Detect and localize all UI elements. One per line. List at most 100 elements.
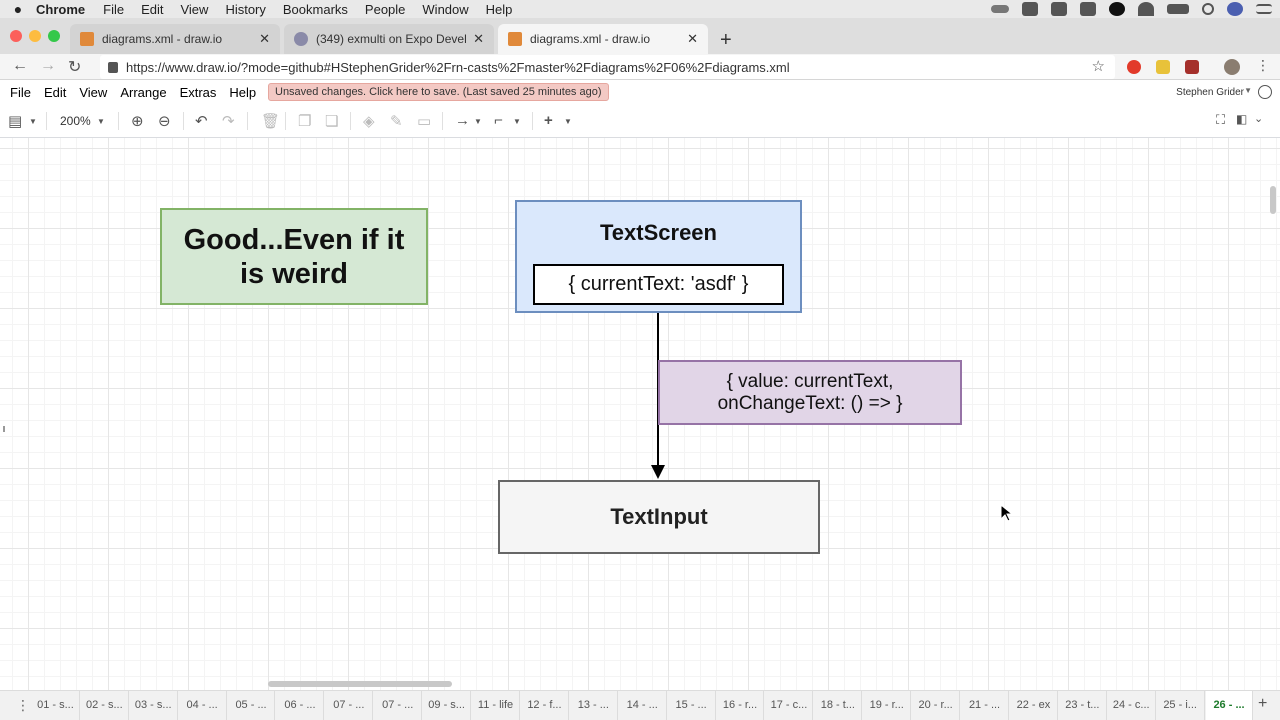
page-tab[interactable]: 17 - c... (766, 691, 814, 720)
recorder-icon[interactable] (1109, 2, 1125, 16)
mac-menu-window[interactable]: Window (422, 2, 468, 17)
textinput-component-shape[interactable]: TextInput (498, 480, 820, 554)
page-tab[interactable]: 11 - life (472, 691, 520, 720)
menu-extras[interactable]: Extras (180, 85, 217, 100)
search-icon[interactable] (1202, 3, 1214, 15)
mac-menu-file[interactable]: File (103, 2, 124, 17)
chevron-down-icon[interactable]: ▼ (474, 117, 482, 126)
page-tab[interactable]: 09 - s... (423, 691, 472, 720)
state-shape[interactable]: { currentText: 'asdf' } (533, 264, 784, 305)
siri-icon[interactable] (1227, 2, 1243, 16)
chevron-down-icon[interactable]: ▼ (29, 117, 37, 126)
page-tab[interactable]: 12 - f... (521, 691, 569, 720)
globe-icon[interactable] (1258, 85, 1272, 99)
page-tab[interactable]: 16 - r... (717, 691, 765, 720)
apple-icon[interactable]: ● (0, 1, 36, 17)
page-tab[interactable]: 19 - r... (863, 691, 912, 720)
ublock-extension-icon[interactable] (1127, 60, 1141, 74)
close-tab-icon[interactable]: ✕ (687, 31, 698, 47)
vertical-scrollbar[interactable] (1270, 186, 1276, 214)
shadow-icon[interactable]: ▭ (417, 112, 431, 130)
glasses-icon[interactable] (991, 5, 1009, 13)
app-name[interactable]: Chrome (36, 2, 85, 17)
page-tab[interactable]: 22 - ex (1010, 691, 1058, 720)
chevron-down-icon[interactable]: ▼ (513, 117, 521, 126)
to-front-icon[interactable]: ❐ (298, 112, 311, 130)
menu-edit[interactable]: Edit (44, 85, 66, 100)
new-tab-icon[interactable]: + (720, 29, 732, 52)
profile-avatar[interactable] (1224, 59, 1240, 75)
elephant-icon[interactable] (1051, 2, 1067, 16)
zoom-out-icon[interactable]: ⊖ (158, 112, 171, 130)
page-tab[interactable]: 24 - c... (1108, 691, 1156, 720)
mac-menu-edit[interactable]: Edit (141, 2, 163, 17)
horizontal-scrollbar[interactable] (268, 681, 452, 687)
fill-color-icon[interactable]: ◈ (363, 112, 375, 130)
page-tab[interactable]: 05 - ... (228, 691, 276, 720)
menu-help[interactable]: Help (229, 85, 256, 100)
page-tab[interactable]: 20 - r... (912, 691, 961, 720)
reload-icon[interactable]: ↻ (68, 57, 81, 77)
shield-extension-icon[interactable] (1185, 60, 1199, 74)
menu-arrange[interactable]: Arrange (120, 85, 166, 100)
unsaved-changes-banner[interactable]: Unsaved changes. Click here to save. (La… (268, 83, 609, 101)
mac-menu-people[interactable]: People (365, 2, 405, 17)
page-tab[interactable]: 07 - ... (374, 691, 423, 720)
connection-icon[interactable]: → (455, 112, 470, 129)
mac-menu-history[interactable]: History (225, 2, 265, 17)
waypoints-icon[interactable]: ⌐ (494, 112, 503, 129)
redo-icon[interactable]: ↷ (222, 112, 235, 130)
collapse-icon[interactable]: ⌄ (1254, 112, 1263, 125)
page-tab[interactable]: 06 - ... (277, 691, 325, 720)
diagram-canvas[interactable]: Good...Even if it is weird TextScreen { … (0, 138, 1280, 690)
minimize-window-button[interactable] (29, 30, 41, 42)
notes-extension-icon[interactable] (1156, 60, 1170, 74)
page-tab[interactable]: 13 - ... (570, 691, 618, 720)
page-tab[interactable]: 23 - t... (1059, 691, 1107, 720)
browser-tab-active[interactable]: diagrams.xml - draw.io ✕ (498, 24, 708, 54)
browser-tab[interactable]: (349) exmulti on Expo Develop ✕ (284, 24, 494, 54)
url-field[interactable]: https://www.draw.io/?mode=github#HStephe… (100, 55, 1115, 79)
browser-tab[interactable]: diagrams.xml - draw.io ✕ (70, 24, 280, 54)
props-label-shape[interactable]: { value: currentText, onChangeText: () =… (658, 360, 962, 425)
zoom-in-icon[interactable]: ⊕ (131, 112, 144, 130)
page-tab[interactable]: 04 - ... (179, 691, 227, 720)
line-color-icon[interactable]: ✎ (390, 112, 403, 130)
chevron-down-icon[interactable]: ▼ (1244, 86, 1252, 95)
fullscreen-icon[interactable]: ⛶ (1216, 112, 1225, 128)
delete-icon[interactable]: 🗑 (261, 112, 280, 130)
notification-center-icon[interactable] (1256, 4, 1272, 14)
insert-plus-icon[interactable]: + (544, 112, 553, 129)
page-tab[interactable]: 07 - ... (325, 691, 374, 720)
mac-menu-bookmarks[interactable]: Bookmarks (283, 2, 348, 17)
page-tab[interactable]: 15 - ... (668, 691, 716, 720)
menu-file[interactable]: File (10, 85, 31, 100)
toggle-format-panel-icon[interactable]: ◧ (1236, 112, 1247, 126)
add-page-icon[interactable]: + (1258, 695, 1267, 713)
zoom-level[interactable]: 200% (60, 114, 91, 128)
close-tab-icon[interactable]: ✕ (473, 31, 484, 47)
sidebar-resize-handle[interactable] (3, 426, 5, 432)
page-tab[interactable]: 21 - ... (961, 691, 1009, 720)
format-panel-icon[interactable]: ▤ (8, 112, 22, 130)
mac-menu-help[interactable]: Help (486, 2, 513, 17)
undo-icon[interactable]: ↶ (195, 112, 208, 130)
chrome-menu-icon[interactable]: ⋮ (1256, 57, 1270, 74)
page-tab[interactable]: 14 - ... (619, 691, 667, 720)
back-icon[interactable]: ← (12, 57, 28, 75)
zoom-window-button[interactable] (48, 30, 60, 42)
to-back-icon[interactable]: ❏ (325, 112, 338, 130)
page-tab[interactable]: 18 - t... (814, 691, 863, 720)
menu-view[interactable]: View (79, 85, 107, 100)
page-tab[interactable]: 02 - s... (81, 691, 129, 720)
mac-menu-view[interactable]: View (180, 2, 208, 17)
user-name[interactable]: Stephen Grider (1176, 87, 1244, 98)
close-tab-icon[interactable]: ✕ (259, 31, 270, 47)
page-tab[interactable]: 01 - s... (32, 691, 80, 720)
brush-icon[interactable] (1080, 2, 1096, 16)
battery-icon[interactable] (1167, 4, 1189, 14)
chevron-down-icon[interactable]: ▼ (564, 117, 572, 126)
creature-icon[interactable] (1022, 2, 1038, 16)
note-shape[interactable]: Good...Even if it is weird (160, 208, 428, 305)
wifi-icon[interactable] (1138, 2, 1154, 16)
